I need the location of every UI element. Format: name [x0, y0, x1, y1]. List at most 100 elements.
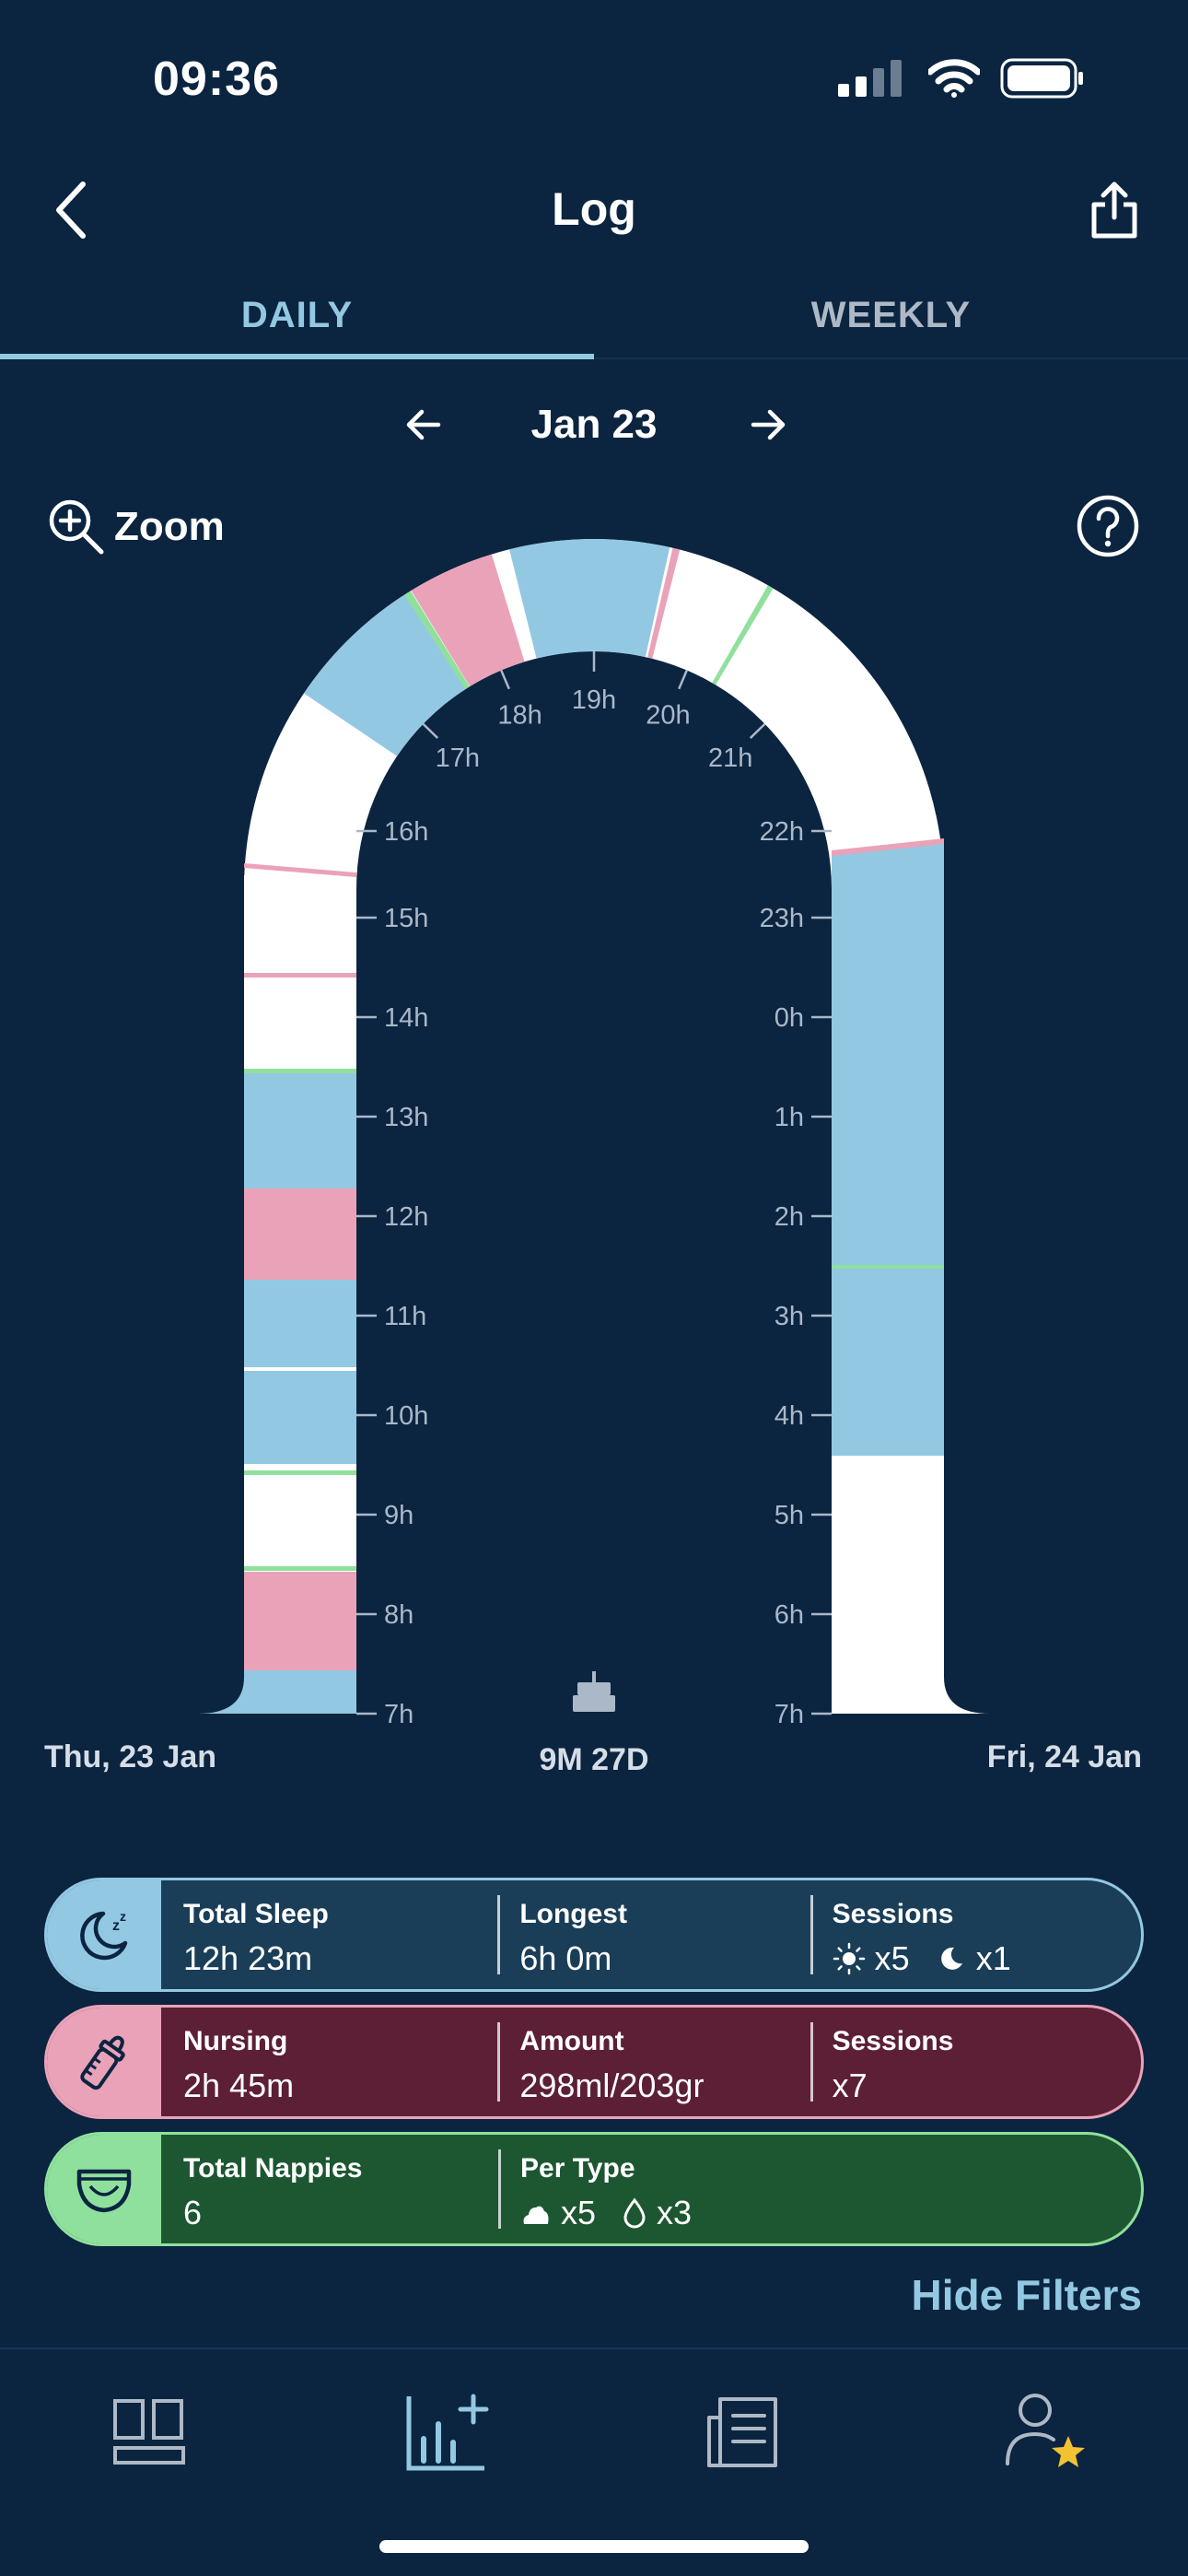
solid-count: x5: [561, 2194, 597, 2231]
arch-sleep-17h: [303, 591, 469, 756]
page-title: Log: [552, 183, 636, 235]
articles-icon: [707, 2397, 777, 2467]
tick-label-arch-20h: 20h: [646, 700, 690, 730]
longest-sleep-cell: Longest 6h 0m: [497, 1880, 809, 1989]
tick-label-left-9h: 9h: [384, 1501, 413, 1530]
left-feed-mark-14h: [244, 973, 356, 978]
nav-articles[interactable]: [696, 2386, 788, 2478]
tick-label-left-12h: 12h: [384, 1202, 428, 1232]
arch-feed-18h: [411, 554, 525, 687]
nursing-amount-cell: Amount 298ml/203gr: [497, 2008, 809, 2116]
tick-label-left-7h: 7h: [384, 1700, 413, 1729]
tick-label-arch-18h: 18h: [497, 700, 542, 730]
tick-label-right-4h: 4h: [775, 1401, 804, 1431]
profile-star-icon: [1006, 2394, 1085, 2467]
right-feed-mark-22h: [832, 838, 944, 856]
solid-nappy-icon: [523, 2206, 549, 2224]
nav-dashboard[interactable]: [103, 2386, 195, 2478]
tick-label-arch-19h: 19h: [572, 685, 616, 715]
cake-base: [573, 1695, 615, 1712]
day-sessions-count: x5: [874, 1939, 910, 1977]
nursing-amount-label: Amount: [519, 2026, 624, 2056]
help-button[interactable]: [1076, 494, 1140, 558]
tab-daily[interactable]: DAILY: [0, 276, 594, 359]
tick-label-left-15h: 15h: [384, 904, 428, 933]
header: Log: [0, 166, 1188, 258]
tick-arch-17h: [422, 722, 439, 739]
tick-arch-20h: [678, 670, 688, 690]
nappies-per-type-cell: Per Type x5 x3: [498, 2135, 1014, 2243]
left-feed-12h: [244, 1188, 356, 1280]
nav-profile[interactable]: [1000, 2386, 1092, 2478]
share-icon: [1091, 181, 1137, 239]
tick-label-right-7h: 7h: [775, 1700, 804, 1729]
arch-feed-mark-20h: [647, 547, 681, 659]
wet-drop-icon: [623, 2197, 646, 2229]
nursing-summary[interactable]: Nursing 2h 45m Amount 298ml/203gr Sessio…: [44, 2005, 1144, 2119]
total-nappies-value: 6: [183, 2194, 203, 2231]
nursing-sessions-value: x7: [832, 2067, 868, 2104]
birthday-cake-icon: [573, 1671, 615, 1712]
right-sleep-night: [832, 840, 944, 1456]
tick-label-right-6h: 6h: [775, 1600, 804, 1630]
sleep-summary[interactable]: z z Total Sleep 12h 23m Longest 6h 0m Se…: [44, 1878, 1144, 1992]
night-moon-icon: [940, 1947, 962, 1970]
share-button[interactable]: [1077, 173, 1151, 247]
tick-label-arch-21h: 21h: [708, 744, 752, 773]
right-nappy-mark-2h: [832, 1265, 944, 1269]
tab-weekly[interactable]: WEEKLY: [594, 276, 1188, 359]
left-nappy-mark-8h: [244, 1566, 356, 1571]
total-sleep-label: Total Sleep: [183, 1899, 329, 1929]
status-icons: [836, 55, 1085, 101]
tick-label-left-10h: 10h: [384, 1401, 428, 1431]
left-sleep-10h: [244, 1371, 356, 1464]
tick-label-left-8h: 8h: [384, 1600, 413, 1630]
arch-right-foot: [944, 1677, 990, 1714]
sleep-sessions-values: x5 x1: [833, 1939, 1141, 1978]
tick-label-left-11h: 11h: [384, 1302, 426, 1331]
nappies-summary[interactable]: Total Nappies 6 Per Type x5 x3: [44, 2132, 1144, 2246]
next-day-button[interactable]: [731, 392, 805, 457]
hide-filters-button[interactable]: Hide Filters: [911, 2270, 1142, 2320]
left-sleep-11h: [244, 1280, 356, 1367]
arch-left-band: [244, 875, 356, 1714]
cake-layer: [577, 1682, 611, 1695]
left-feed-mark-15h: [244, 863, 356, 877]
left-sleep-13h: [244, 1069, 356, 1188]
zoom-label: Zoom: [114, 504, 225, 549]
left-feed-8h: [244, 1572, 356, 1670]
total-sleep-cell: Total Sleep 12h 23m: [161, 1880, 497, 1989]
start-day-label: Thu, 23 Jan: [44, 1739, 216, 1774]
svg-text:z: z: [120, 1909, 126, 1924]
arch-left-foot: [198, 1677, 244, 1714]
zoom-button[interactable]: Zoom: [46, 494, 225, 560]
nappies-icon-cap: [47, 2135, 161, 2243]
tick-label-left-16h: 16h: [384, 817, 428, 847]
wet-count: x3: [657, 2194, 693, 2231]
help-icon: [1077, 495, 1139, 557]
battery-icon: [1000, 58, 1083, 99]
arrow-right-icon: [751, 409, 786, 440]
night-sessions-count: x1: [975, 1939, 1011, 1977]
nursing-label: Nursing: [183, 2026, 288, 2056]
left-nappy-mark-13h: [244, 1069, 356, 1073]
total-nappies-cell: Total Nappies 6: [161, 2135, 498, 2243]
tick-label-arch-17h: 17h: [436, 744, 480, 773]
total-sleep-value: 12h 23m: [183, 1939, 313, 1977]
sleep-sessions-cell: Sessions x5 x1: [809, 1880, 1141, 1989]
nav-log[interactable]: [402, 2386, 494, 2478]
tick-label-right-3h: 3h: [775, 1302, 804, 1331]
tick-arch-21h: [749, 722, 766, 739]
arch-top-band: [244, 539, 944, 889]
per-type-label: Per Type: [520, 2153, 635, 2184]
arch-nappy-mark-17h: [404, 591, 470, 690]
tick-label-right-1h: 1h: [775, 1103, 804, 1132]
cake-candle: [592, 1671, 596, 1682]
tick-label-left-14h: 14h: [384, 1003, 428, 1033]
nappy-icon: [76, 2169, 132, 2213]
arch-right-band: [832, 875, 944, 1714]
wifi-icon: [928, 59, 980, 98]
tick-label-left-13h: 13h: [384, 1103, 428, 1132]
nursing-sessions-cell: Sessions x7: [809, 2008, 1141, 2116]
baby-age-label: 9M 27D: [539, 1742, 648, 1777]
